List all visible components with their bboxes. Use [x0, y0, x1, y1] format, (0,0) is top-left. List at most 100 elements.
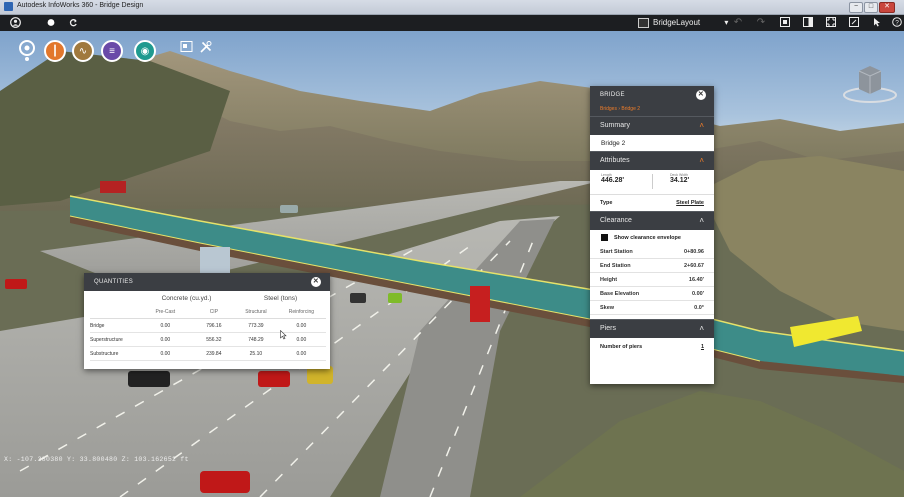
panel-icon[interactable]: [802, 17, 813, 29]
row-key: End Station: [600, 263, 631, 269]
terrain-scene: [0, 51, 904, 497]
app-toolbar: BridgeLayout ▾ ↶ ↷ ?: [0, 15, 904, 31]
clearance-section-header[interactable]: Clearance ˄: [590, 211, 714, 230]
close-icon[interactable]: ✕: [696, 90, 706, 100]
dot-icon[interactable]: [46, 17, 56, 29]
piers-section-header[interactable]: Piers ˄: [590, 319, 714, 338]
redo-icon[interactable]: ↷: [756, 17, 766, 29]
table-row[interactable]: Bridge 0.00 796.16 773.39 0.00: [90, 318, 326, 333]
attributes-label: Attributes: [600, 157, 630, 164]
clearance-row[interactable]: End Station 2+60.67: [590, 259, 714, 273]
piers-count-label: Number of piers: [600, 344, 643, 350]
maximize-button[interactable]: □: [864, 2, 878, 13]
close-window-button[interactable]: ✕: [879, 2, 895, 13]
piers-count-value[interactable]: 1: [701, 344, 704, 350]
clearance-row[interactable]: Skew 0.0°: [590, 301, 714, 315]
refresh-icon[interactable]: [68, 17, 78, 29]
layout-label: BridgeLayout: [653, 18, 701, 28]
table-cell: 0.00: [138, 346, 193, 361]
bridge-name-value: Bridge 2: [601, 140, 626, 147]
column-group-header: Concrete (cu.yd.): [161, 294, 212, 302]
undo-icon[interactable]: ↶: [733, 17, 743, 29]
bridge-name-field[interactable]: Bridge 2: [590, 135, 714, 151]
clearance-envelope-toggle[interactable]: Show clearance envelope: [590, 230, 714, 245]
type-row: Type Steel Plate: [590, 195, 714, 211]
deck-width-value[interactable]: 34.12': [670, 177, 689, 184]
table-cell: 796.16: [192, 318, 236, 333]
coordinate-readout: X: -107.380380 Y: 33.800480 Z: 103.16265…: [4, 456, 189, 463]
quantities-panel-title: QUANTITIES: [94, 279, 134, 285]
fit-icon[interactable]: [825, 17, 836, 29]
table-sub-header: Pre-Cast CIP Structural Reinforcing: [90, 305, 326, 319]
checkbox-label: Show clearance envelope: [614, 235, 681, 241]
table-cell: 239.84: [192, 346, 236, 361]
cursor-icon: [280, 329, 287, 342]
row-key: Start Station: [600, 249, 633, 255]
row-value: 0.0°: [694, 305, 704, 311]
help-icon[interactable]: ?: [892, 17, 902, 29]
minimize-button[interactable]: −: [849, 2, 863, 13]
piers-label: Piers: [600, 325, 616, 332]
type-label: Type: [600, 200, 613, 206]
row-label: Superstructure: [90, 332, 138, 347]
column-header: Pre-Cast: [138, 305, 193, 319]
home-mode-icon[interactable]: [19, 40, 35, 56]
row-key: Height: [600, 277, 618, 283]
checkbox[interactable]: [601, 234, 608, 241]
clearance-label: Clearance: [600, 217, 632, 224]
breadcrumb[interactable]: Bridges › Bridge 2: [590, 104, 714, 116]
clearance-row[interactable]: Base Elevation 0.00': [590, 287, 714, 301]
bridge-mode-button[interactable]: ≡: [101, 40, 123, 62]
length-value[interactable]: 446.28': [601, 177, 624, 184]
pointer-icon[interactable]: [872, 17, 882, 29]
column-header: Reinforcing: [276, 305, 326, 319]
attributes-section-header[interactable]: Attributes ˄: [590, 151, 714, 170]
summary-label: Summary: [600, 122, 630, 129]
row-value: 0.00': [691, 291, 704, 297]
drainage-mode-button[interactable]: ◉: [134, 40, 156, 62]
table-view-icon[interactable]: [180, 40, 193, 56]
table-cell: 0.00: [138, 318, 193, 333]
layout-selector[interactable]: BridgeLayout ▾: [638, 18, 728, 28]
clearance-row[interactable]: Height 16.40': [590, 273, 714, 287]
quantities-panel: QUANTITIES ✕ Concrete (cu.yd.) Steel (to…: [84, 273, 330, 369]
column-group-header: Steel (tons): [263, 294, 298, 302]
window-title-bar: Autodesk InfoWorks 360 - Bridge Design −…: [0, 0, 904, 15]
clearance-row[interactable]: Start Station 0+80.96: [590, 245, 714, 259]
bridge-panel-title: BRIDGE: [600, 92, 625, 98]
blank-cell: [90, 305, 138, 319]
table-cell: 773.39: [235, 318, 277, 333]
row-key: Base Elevation: [600, 291, 640, 297]
table-row[interactable]: Superstructure 0.00 556.32 748.29 0.00: [90, 332, 326, 347]
row-label: Bridge: [90, 318, 138, 333]
view-cube[interactable]: [842, 61, 898, 105]
row-key: Skew: [600, 305, 615, 311]
chevron-down-icon: ▾: [724, 18, 729, 28]
app-icon: [4, 2, 13, 11]
type-value-link[interactable]: Steel Plate: [676, 200, 704, 206]
3d-viewport[interactable]: ┃ ∿ ≡ ◉: [0, 31, 904, 497]
dimension-summary: Length 446.28' Deck Width 34.12': [590, 170, 714, 195]
window-title: Autodesk InfoWorks 360 - Bridge Design: [17, 2, 144, 9]
table-group-header: Concrete (cu.yd.) Steel (tons): [90, 291, 326, 305]
tools-icon[interactable]: [199, 40, 213, 57]
user-icon[interactable]: [9, 17, 21, 29]
chevron-up-icon: ˄: [699, 324, 704, 333]
road-mode-button[interactable]: ┃: [44, 40, 66, 62]
table-cell: 0.00: [138, 332, 193, 347]
table-cell: 25.10: [235, 346, 277, 361]
table-cell: 556.32: [192, 332, 236, 347]
table-row[interactable]: Substructure 0.00 239.84 25.10 0.00: [90, 346, 326, 361]
table-cell: 0.00: [276, 346, 326, 361]
summary-section-header[interactable]: Summary ˄: [590, 116, 714, 135]
column-header: CIP: [192, 305, 236, 319]
row-label: Substructure: [90, 346, 138, 361]
chevron-up-icon: ˄: [699, 156, 704, 165]
close-icon[interactable]: ✕: [311, 277, 321, 287]
column-header: Structural: [235, 305, 277, 319]
terrain-mode-button[interactable]: ∿: [72, 40, 94, 62]
grid-icon[interactable]: [779, 17, 790, 29]
svg-text:?: ?: [895, 20, 899, 27]
screenshot-icon[interactable]: [848, 17, 859, 29]
divider: [652, 174, 653, 189]
